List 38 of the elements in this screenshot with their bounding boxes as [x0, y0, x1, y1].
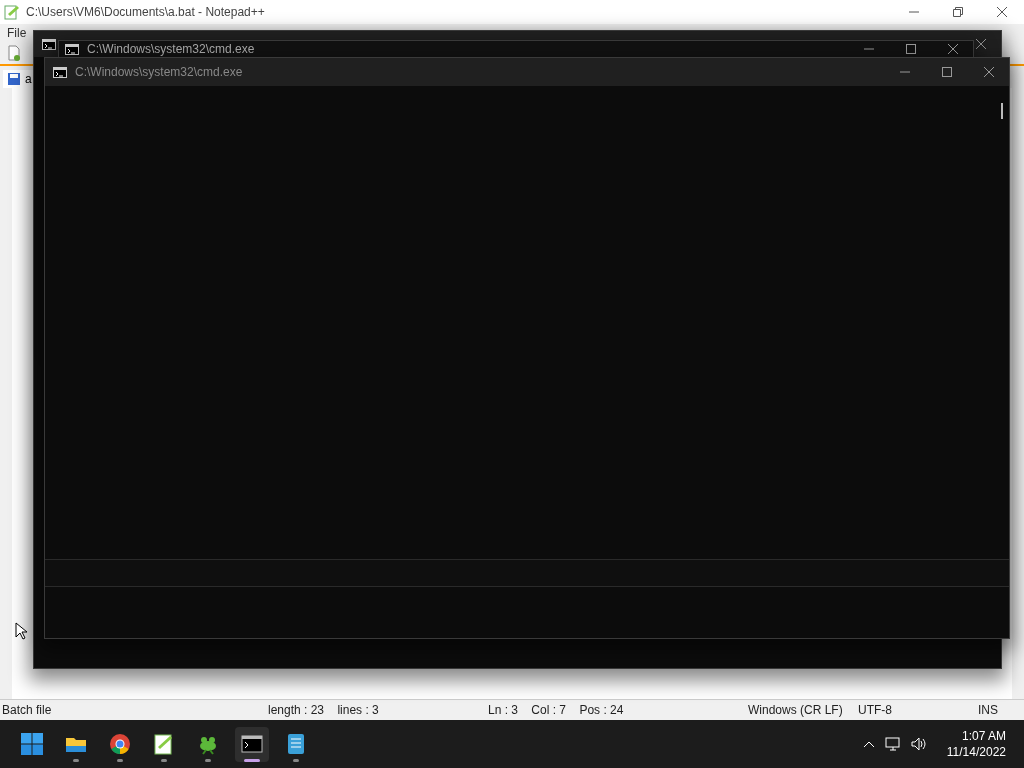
terminal-icon [42, 37, 56, 51]
close-icon[interactable] [975, 38, 987, 50]
restore-icon[interactable] [952, 6, 964, 18]
scrollbar-thumb[interactable] [1001, 103, 1003, 119]
save-icon [7, 72, 21, 86]
status-text: length : 23 lines : 3 [267, 703, 380, 717]
close-icon[interactable] [996, 6, 1008, 18]
clock-time[interactable]: 1:07 AM [961, 728, 1006, 744]
window-title: C:\Users\VM6\Documents\a.bat - Notepad++ [26, 5, 266, 19]
status-text: Batch file [1, 703, 53, 717]
status-text: UTF-8 [857, 703, 893, 717]
close-icon[interactable] [983, 66, 995, 78]
window-title: C:\Windows\system32\cmd.exe [87, 42, 256, 56]
cursor-icon [15, 622, 27, 640]
maximize-icon[interactable] [905, 43, 917, 55]
status-text: Ln : 3 Col : 7 Pos : 24 [487, 703, 625, 717]
taskbar-button[interactable] [235, 726, 269, 762]
terminal-icon[interactable] [241, 732, 263, 755]
maximize-icon[interactable] [941, 66, 953, 78]
new-file-icon[interactable] [6, 45, 22, 61]
status-text: Windows (CR LF) [747, 703, 844, 717]
notepad-icon[interactable] [285, 732, 307, 755]
clock-date[interactable]: 11/14/2022 [946, 744, 1006, 760]
file-tab[interactable]: a [3, 70, 36, 88]
tab-label: a [25, 72, 32, 86]
window-title: C:\Windows\system32\cmd.exe [75, 65, 244, 79]
network-icon[interactable] [884, 737, 901, 751]
start-icon[interactable] [21, 733, 43, 755]
status-text: INS [977, 703, 998, 717]
browser-icon[interactable] [109, 732, 131, 755]
notepad-icon[interactable] [153, 732, 175, 755]
menu-item[interactable]: File [7, 26, 27, 40]
caret-icon[interactable] [862, 740, 875, 748]
terminal-icon [65, 42, 79, 56]
volume-icon[interactable] [910, 737, 927, 751]
close-icon[interactable] [947, 43, 959, 55]
notepad-icon [4, 4, 20, 20]
terminal-icon [53, 65, 67, 79]
